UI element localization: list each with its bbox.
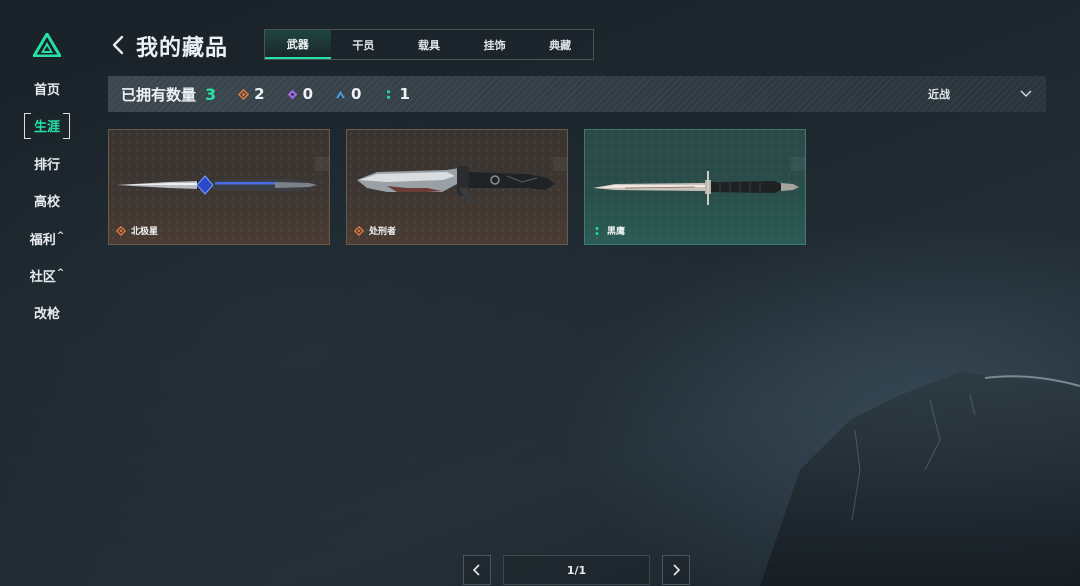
- weapon-name: 北极星: [131, 227, 159, 237]
- chevron-right-icon: [673, 564, 681, 576]
- rarity-blue-count: 0: [335, 85, 361, 103]
- orange-diamond-icon: [116, 225, 126, 236]
- card-footer: 处刑者: [354, 224, 396, 237]
- owned-count-label: 已拥有数量: [121, 85, 197, 104]
- card-footer: 黑鹰: [592, 224, 625, 237]
- tab-operators[interactable]: 干员: [331, 30, 397, 59]
- blue-triangle-icon: [335, 90, 346, 98]
- back-arrow-icon[interactable]: [110, 34, 126, 56]
- rarity-orange-count: 2: [238, 85, 265, 103]
- rarity-count: 0: [351, 85, 362, 103]
- filter-selected-value: 近战: [928, 88, 950, 101]
- owned-stats-bar: 已拥有数量 3 2 0 0 1 近战: [108, 76, 1046, 112]
- rarity-green-count: 1: [383, 85, 410, 103]
- sidebar-item-campus[interactable]: 高校: [24, 188, 70, 212]
- executioner-knife-icon: [357, 166, 555, 204]
- rarity-count: 2: [254, 85, 265, 103]
- sidebar-item-community[interactable]: 社区 ^: [24, 263, 70, 287]
- weapon-type-filter-dropdown[interactable]: 近战: [928, 76, 1032, 112]
- weapon-card-polaris[interactable]: 北极星: [108, 129, 330, 245]
- tab-vehicles[interactable]: 载具: [396, 30, 462, 59]
- sidebar-item-label: 排行: [33, 157, 60, 173]
- chevron-down-icon: [1020, 90, 1032, 98]
- orange-diamond-icon: [354, 225, 364, 236]
- rarity-count: 0: [302, 85, 314, 103]
- orange-diamond-icon: [238, 88, 250, 100]
- tab-weapons[interactable]: 武器: [265, 30, 331, 59]
- weapon-card-executioner[interactable]: 处刑者: [346, 129, 568, 245]
- green-dots-icon: [595, 226, 599, 235]
- page-indicator: 1/1: [503, 555, 650, 585]
- purple-diamond-icon: [287, 89, 298, 99]
- sidebar-item-welfare[interactable]: 福利 ^: [24, 226, 70, 250]
- sidebar-item-label: 高校: [33, 194, 60, 210]
- caret-up-icon: ^: [56, 230, 65, 241]
- sidebar-item-label: 社区: [29, 269, 56, 285]
- weapon-name: 黑鹰: [607, 227, 626, 237]
- owned-count-total: 3: [205, 84, 217, 104]
- rarity-purple-count: 0: [287, 85, 313, 103]
- sidebar-item-label: 改枪: [33, 306, 60, 322]
- page-title: 我的藏品: [136, 36, 229, 61]
- chevron-left-icon: [472, 564, 480, 576]
- blackhawk-bayonet-icon: [593, 171, 799, 205]
- logo-icon[interactable]: [33, 33, 61, 57]
- category-tabs: 武器 干员 载具 挂饰 典藏: [264, 29, 594, 60]
- polaris-dagger-icon: [117, 175, 319, 195]
- weapon-card-blackhawk[interactable]: 黑鹰: [584, 129, 806, 245]
- sidebar-item-label: 生涯: [33, 119, 60, 135]
- card-footer: 北极星: [116, 224, 158, 237]
- weapon-name: 处刑者: [369, 227, 397, 237]
- sidebar-item-label: 福利: [29, 232, 56, 248]
- sidebar-item-label: 首页: [33, 82, 60, 98]
- caret-up-icon: ^: [56, 267, 65, 278]
- sidebar: 首页 生涯 排行 高校 福利 ^ 社区 ^ 改枪: [0, 0, 95, 586]
- tab-charms[interactable]: 挂饰: [462, 30, 528, 59]
- sidebar-item-ranking[interactable]: 排行: [24, 151, 70, 175]
- sidebar-item-home[interactable]: 首页: [24, 76, 70, 100]
- prev-page-button[interactable]: [463, 555, 491, 585]
- green-dots-icon: [387, 89, 391, 99]
- next-page-button[interactable]: [662, 555, 690, 585]
- sidebar-item-career[interactable]: 生涯: [24, 113, 70, 139]
- sidebar-item-gunsmith[interactable]: 改枪: [24, 300, 70, 324]
- tab-collection[interactable]: 典藏: [527, 30, 593, 59]
- rarity-count: 1: [399, 85, 410, 103]
